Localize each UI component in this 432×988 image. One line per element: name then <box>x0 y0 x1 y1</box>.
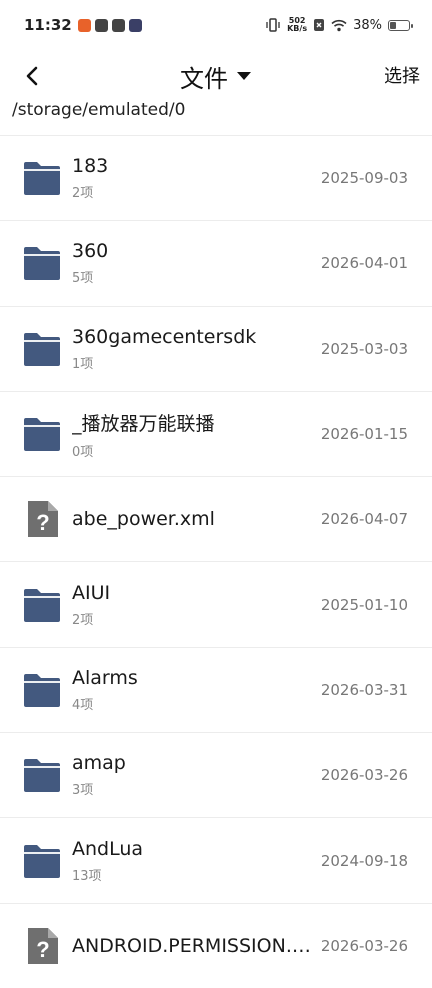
item-date: 2026-04-07 <box>320 510 408 529</box>
folder-icon <box>22 331 62 367</box>
item-date: 2026-04-01 <box>320 254 408 273</box>
folder-icon <box>22 245 62 281</box>
list-item[interactable]: ? ANDROID.PERMISSION.TEST 2026-03-26 <box>0 902 432 988</box>
item-date: 2026-03-26 <box>320 766 408 785</box>
item-count: 13项 <box>72 868 102 884</box>
list-item[interactable]: 360 5项 2026-04-01 <box>0 220 432 305</box>
item-name: AndLua <box>72 837 144 860</box>
item-date: 2026-03-31 <box>320 680 408 699</box>
item-count: 5项 <box>72 271 94 287</box>
item-name: 360gamecentersdk <box>72 325 257 348</box>
battery-icon <box>388 19 413 31</box>
item-date: 2026-03-26 <box>320 936 408 955</box>
notification-icons <box>77 18 142 32</box>
page-title: 文件 <box>180 64 228 93</box>
list-item[interactable]: amap 3项 2026-03-26 <box>0 732 432 817</box>
file-list: 183 2项 2025-09-03 360 5项 2026-04-01 360g… <box>0 135 432 988</box>
list-item[interactable]: 183 2项 2025-09-03 <box>0 135 432 220</box>
item-count: 3项 <box>72 783 94 799</box>
unknown-file-icon: ? <box>22 927 62 964</box>
unknown-file-icon: ? <box>22 501 62 538</box>
app-notification-icon <box>128 18 142 32</box>
item-count: 2项 <box>72 612 94 628</box>
list-item[interactable]: AIUI 2项 2025-01-10 <box>0 561 432 646</box>
folder-icon <box>22 757 62 793</box>
item-name: 360 <box>72 240 109 263</box>
item-count: 2项 <box>72 186 94 202</box>
item-count: 4项 <box>72 697 94 713</box>
vibrate-icon <box>266 18 280 32</box>
item-count: 0项 <box>72 444 94 460</box>
item-name: abe_power.xml <box>72 508 215 531</box>
folder-icon <box>22 587 62 623</box>
chevron-left-icon <box>26 66 38 86</box>
folder-icon <box>22 160 62 196</box>
item-name: amap <box>72 752 126 775</box>
folder-icon <box>22 843 62 879</box>
net-speed-unit: KB/s <box>287 24 308 33</box>
app-notification-icon <box>77 18 91 32</box>
back-button[interactable] <box>14 58 50 94</box>
list-item[interactable]: AndLua 13项 2024-09-18 <box>0 817 432 902</box>
status-time: 11:32 <box>24 16 72 34</box>
breadcrumb-path: /storage/emulated/0 <box>12 100 186 120</box>
select-button[interactable]: 选择 <box>384 62 420 88</box>
net-speed: 502 KB/s <box>287 17 307 33</box>
item-date: 2025-09-03 <box>320 169 408 188</box>
item-date: 2026-01-15 <box>320 425 408 444</box>
item-name: Alarms <box>72 666 138 689</box>
no-sim-icon <box>314 19 325 31</box>
item-name: 183 <box>72 155 109 178</box>
folder-icon <box>22 416 62 452</box>
item-date: 2025-01-10 <box>320 595 408 614</box>
item-name: _播放器万能联播 <box>72 412 215 435</box>
svg-text:?: ? <box>36 510 49 535</box>
folder-icon <box>22 672 62 708</box>
item-count: 1项 <box>72 356 94 372</box>
caret-down-icon <box>237 72 251 80</box>
status-bar: 11:32 502 KB/s 38% <box>0 0 432 50</box>
app-notification-icon <box>94 18 108 32</box>
battery-percent: 38% <box>353 17 382 33</box>
list-item[interactable]: _播放器万能联播 0项 2026-01-15 <box>0 390 432 476</box>
item-name: AIUI <box>72 581 111 604</box>
list-item[interactable]: Alarms 4项 2026-03-31 <box>0 646 432 732</box>
title-dropdown[interactable]: 文件 <box>180 59 252 94</box>
item-date: 2024-09-18 <box>320 851 408 870</box>
wifi-icon <box>331 19 347 31</box>
item-date: 2025-03-03 <box>320 339 408 358</box>
list-item[interactable]: ? abe_power.xml 2026-04-07 <box>0 476 432 561</box>
list-item[interactable]: 360gamecentersdk 1项 2025-03-03 <box>0 305 432 391</box>
mail-icon <box>111 18 125 32</box>
svg-text:?: ? <box>36 937 49 962</box>
app-header: 文件 选择 <box>0 50 432 102</box>
item-name: ANDROID.PERMISSION.TEST <box>72 934 312 957</box>
